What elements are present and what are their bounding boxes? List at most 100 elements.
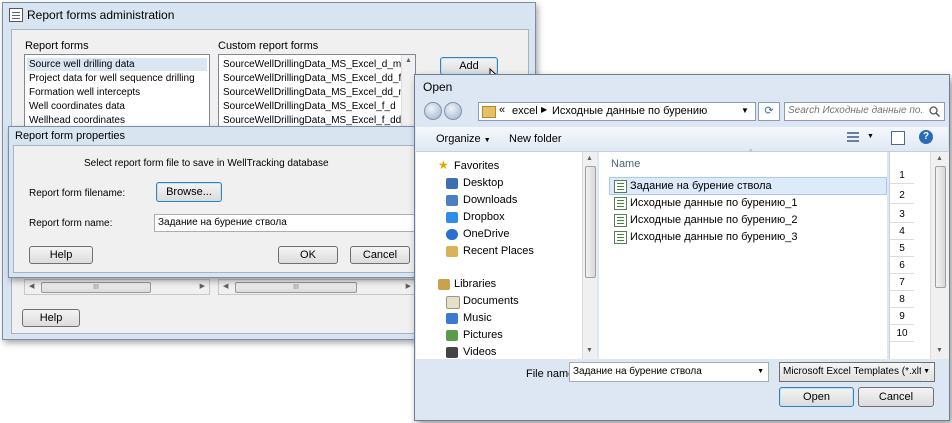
nav-item-dropbox[interactable]: Dropbox [446,209,505,226]
scrollbar-thumb[interactable]: III [41,282,151,293]
new-folder-button[interactable]: New folder [509,133,562,145]
nav-item-music[interactable]: Music [446,310,492,327]
scrollbar-thumb[interactable]: III [235,282,357,293]
properties-help-button[interactable]: Help [29,246,93,264]
list-item[interactable]: Source well drilling data [27,58,207,71]
breadcrumb-current-folder[interactable]: Исходные данные по бурению [552,105,707,117]
nav-item-label: Videos [463,346,497,358]
list-item[interactable]: SourceWellDrillingData_MS_Excel_dd_m_dd [221,86,415,99]
breadcrumb-chevron-icon[interactable]: « [499,104,505,116]
file-name: Исходные данные по бурению_3 [630,231,798,243]
libraries-icon [438,279,450,290]
scroll-left-arrow-icon[interactable]: ◀ [223,282,228,290]
nav-item-videos[interactable]: Videos [446,344,496,359]
list-item[interactable]: Project data for well sequence drilling [27,72,207,85]
filename-label: Report form filename: [29,188,126,199]
scroll-down-arrow-icon[interactable]: ▼ [586,347,593,354]
address-bar[interactable]: « excel ▶ Исходные данные по бурению ▼ [478,102,756,121]
breadcrumb-separator-icon[interactable]: ▶ [541,105,547,114]
list-item[interactable]: SourceWellDrillingData_MS_Excel_dd_f_dd [221,72,415,85]
libraries-group[interactable]: Libraries [438,276,496,293]
scroll-right-arrow-icon[interactable]: ▶ [406,282,411,290]
browse-button[interactable]: Browse... [156,182,222,202]
scrollbar-thumb[interactable] [935,166,946,288]
file-row[interactable]: Исходные данные по бурению_2 [610,212,798,228]
list-item[interactable]: Well coordinates data [27,100,207,113]
command-toolbar: Organize ▼ New folder ▼ ? [416,127,948,152]
custom-forms-horizontal-scrollbar[interactable]: ◀ III ▶ [218,279,416,295]
nav-item-label: OneDrive [463,228,510,240]
address-dropdown-icon[interactable]: ▼ [741,106,749,115]
star-icon: ★ [438,158,449,172]
ok-button[interactable]: OK [278,246,338,264]
nav-item-label: Downloads [463,194,518,206]
nav-item-label: Music [463,312,492,324]
column-header-name[interactable]: Name [611,158,640,170]
report-form-name-input[interactable]: Задание на бурение ствола [154,214,415,232]
file-type-dropdown-icon[interactable]: ▼ [921,363,930,381]
onedrive-cloud-icon [446,229,458,240]
file-name: Исходные данные по бурению_2 [630,214,798,226]
organize-menu[interactable]: Organize ▼ [436,133,491,145]
file-name-dropdown-icon[interactable]: ▼ [757,363,764,381]
file-name-value: Задание на бурение ствола [573,366,702,377]
preview-row-number: 1 [890,168,914,184]
navigation-pane-scrollbar[interactable]: ▲ ▼ [582,152,597,359]
nav-item-pictures[interactable]: Pictures [446,327,503,344]
name-label: Report form name: [29,218,113,229]
file-row[interactable]: Задание на бурение ствола [609,177,887,195]
title-bar[interactable]: Report forms administration [3,3,535,27]
scroll-down-arrow-icon[interactable]: ▼ [936,347,943,354]
libraries-label: Libraries [454,278,497,290]
properties-cancel-button[interactable]: Cancel [350,246,410,264]
search-box[interactable] [784,102,945,121]
scroll-right-arrow-icon[interactable]: ▶ [200,282,205,290]
refresh-icon[interactable]: ⟳ [758,102,780,121]
music-icon [446,313,458,324]
properties-client-area: Select report form file to save in WellT… [13,145,415,273]
list-item[interactable]: SourceWellDrillingData_MS_Excel_d_m_d [221,58,412,71]
view-dropdown-icon[interactable]: ▼ [867,133,874,140]
preview-pane-icon[interactable] [891,131,905,145]
open-button[interactable]: Open [779,387,854,407]
preview-row-number: 9 [890,309,914,325]
search-icon[interactable] [929,106,940,117]
scroll-left-arrow-icon[interactable]: ◀ [29,282,34,290]
file-row[interactable]: Исходные данные по бурению_3 [610,229,798,245]
file-name-input[interactable]: Задание на бурение ствола ▼ [569,362,769,382]
downloads-icon [446,195,458,206]
forward-button[interactable] [444,102,462,120]
nav-item-recent-places[interactable]: Recent Places [446,243,534,260]
nav-item-onedrive[interactable]: OneDrive [446,226,509,243]
scroll-up-arrow-icon[interactable]: ▲ [586,155,593,162]
window-title: Open [423,80,453,94]
nav-item-label: Recent Places [463,245,534,257]
nav-item-documents[interactable]: Documents [446,293,519,310]
preview-scrollbar[interactable]: ▲ ▼ [930,152,949,359]
app-icon [9,8,23,22]
preview-row-number: 8 [890,292,914,308]
back-button[interactable] [424,102,442,120]
favorites-group[interactable]: ★ Favorites [438,158,499,175]
breadcrumb-excel[interactable]: excel [512,105,538,117]
list-item[interactable]: SourceWellDrillingData_MS_Excel_f_d [221,100,401,113]
help-icon[interactable]: ? [919,130,933,144]
excel-template-icon [614,197,627,210]
nav-item-label: Pictures [463,329,503,341]
search-input[interactable] [788,104,924,117]
nav-item-desktop[interactable]: Desktop [446,175,503,192]
scroll-up-arrow-icon[interactable]: ▲ [405,57,412,64]
scroll-up-arrow-icon[interactable]: ▲ [936,155,943,162]
report-forms-horizontal-scrollbar[interactable]: ◀ III ▶ [24,279,210,295]
admin-help-button[interactable]: Help [22,309,80,327]
view-options-icon[interactable] [847,132,859,143]
open-dialog-cancel-button[interactable]: Cancel [858,387,934,407]
scrollbar-thumb[interactable] [585,166,596,278]
nav-item-label: Dropbox [463,211,505,223]
nav-item-downloads[interactable]: Downloads [446,192,517,209]
file-row[interactable]: Исходные данные по бурению_1 [610,195,798,211]
list-item[interactable]: Formation well intercepts [27,86,207,99]
file-type-select[interactable]: Microsoft Excel Templates (*.xlt ▼ [779,362,935,382]
window-title: Report form properties [15,130,126,142]
window-title: Report forms administration [27,8,175,22]
